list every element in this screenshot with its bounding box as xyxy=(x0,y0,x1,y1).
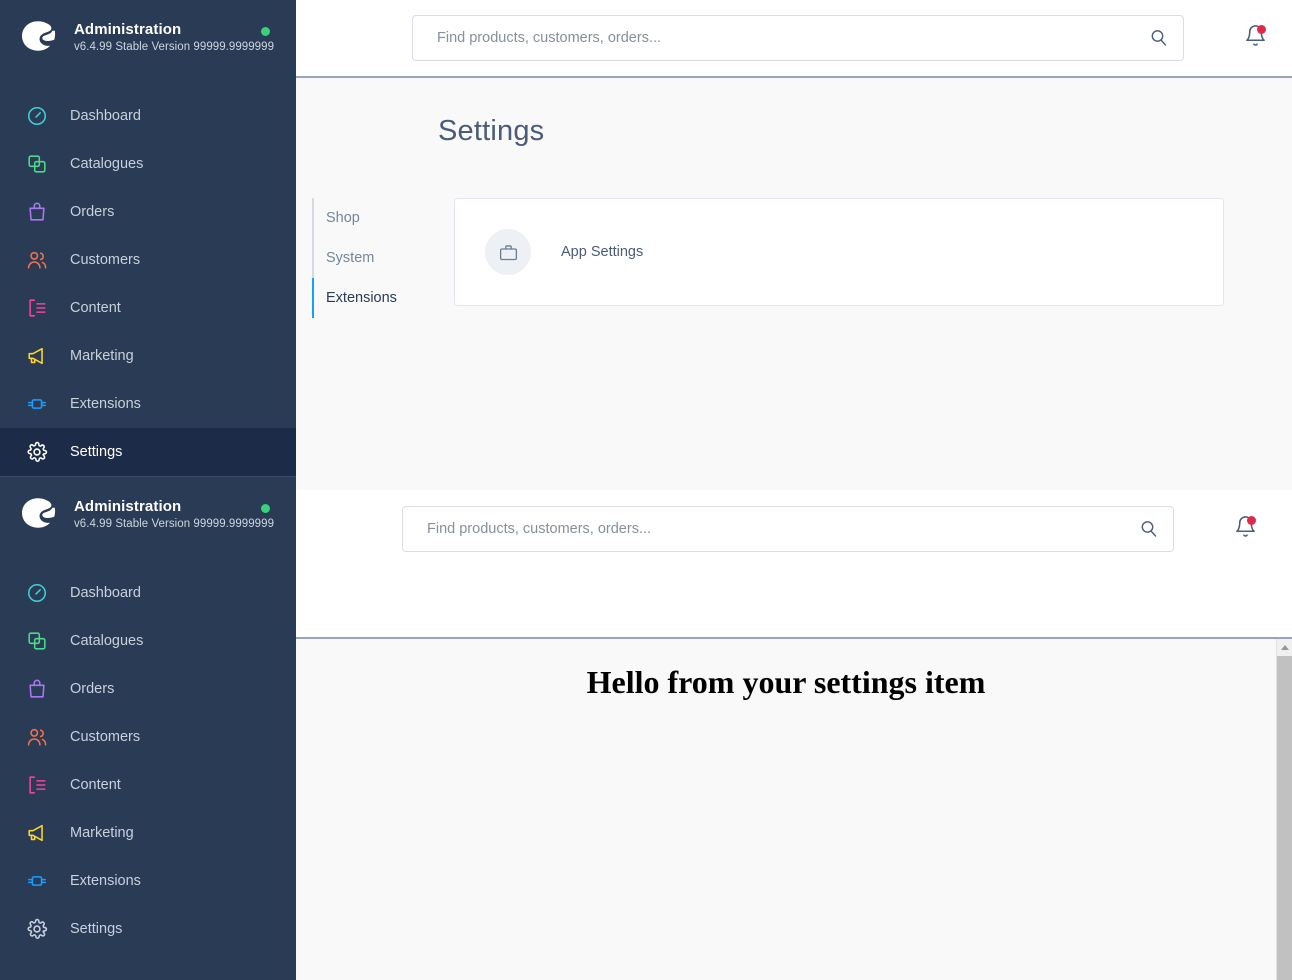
global-topbar: Find products, customers, orders... xyxy=(296,0,1292,76)
settings-gear-icon xyxy=(24,916,50,942)
sidebar-item-label: Settings xyxy=(70,920,123,937)
sidebar-header-secondary[interactable]: Administration v6.4.99 Stable Version 99… xyxy=(0,477,296,557)
tab-system[interactable]: System xyxy=(314,238,438,278)
sidebar-item-dashboard[interactable]: Dashboard xyxy=(0,92,296,140)
sidebar-header[interactable]: Administration v6.4.99 Stable Version 99… xyxy=(0,0,296,80)
sidebar-item-label: Dashboard xyxy=(70,584,141,601)
embedded-search-placeholder: Find products, customers, orders... xyxy=(427,521,652,537)
global-search[interactable]: Find products, customers, orders... xyxy=(412,15,1184,61)
sidebar-app-title-secondary: Administration xyxy=(74,498,182,515)
tab-extensions-label: Extensions xyxy=(326,290,397,306)
notifications-button[interactable] xyxy=(1240,23,1270,53)
embedded-notification-badge xyxy=(1247,516,1256,525)
orders-icon xyxy=(24,199,50,225)
sidebar-version-label-secondary: v6.4.99 Stable Version 99999.9999999 xyxy=(74,518,275,530)
marketing-icon xyxy=(24,343,50,369)
chevron-up-icon[interactable] xyxy=(1277,639,1292,656)
sidebar-item-label: Dashboard xyxy=(70,107,141,124)
embedded-notifications-button[interactable] xyxy=(1230,514,1260,544)
sidebar-item-settings[interactable]: Settings xyxy=(0,905,296,953)
sidebar-item-label: Settings xyxy=(70,443,123,460)
sidebar-item-label: Marketing xyxy=(70,347,134,364)
embedded-frame-scrollbar[interactable] xyxy=(1276,639,1292,980)
sidebar-item-orders[interactable]: Orders xyxy=(0,188,296,236)
sidebar-item-extensions[interactable]: Extensions xyxy=(0,380,296,428)
sidebar-item-marketing[interactable]: Marketing xyxy=(0,332,296,380)
sidebar-item-catalogues[interactable]: Catalogues xyxy=(0,617,296,665)
tab-shop[interactable]: Shop xyxy=(314,198,438,238)
sidebar-block-primary: Administration v6.4.99 Stable Version 99… xyxy=(0,0,296,476)
sidebar-title-group: Administration v6.4.99 Stable Version 99… xyxy=(74,18,274,53)
sidebar-item-orders[interactable]: Orders xyxy=(0,665,296,713)
app-root: Administration v6.4.99 Stable Version 99… xyxy=(0,0,1292,980)
shopware-logo-icon xyxy=(16,491,60,535)
content-icon xyxy=(24,295,50,321)
extensions-icon xyxy=(24,868,50,894)
settings-gear-icon xyxy=(24,439,50,465)
catalogues-icon xyxy=(24,628,50,654)
search-icon[interactable] xyxy=(1150,29,1168,47)
embedded-topbar: Find products, customers, orders... xyxy=(296,490,1292,568)
online-status-dot xyxy=(261,27,270,36)
settings-tab-list: Shop System Extensions xyxy=(312,198,438,318)
customers-icon xyxy=(24,724,50,750)
sidebar-item-label: Content xyxy=(70,299,121,316)
tab-extensions[interactable]: Extensions xyxy=(312,278,438,318)
sidebar-item-customers[interactable]: Customers xyxy=(0,713,296,761)
embedded-search-input[interactable]: Find products, customers, orders... xyxy=(402,506,1174,552)
orders-icon xyxy=(24,676,50,702)
briefcase-icon xyxy=(485,229,531,275)
sidebar-item-label: Content xyxy=(70,776,121,793)
sidebar-item-label: Extensions xyxy=(70,395,141,412)
sidebar-item-label: Customers xyxy=(70,251,141,268)
content-icon xyxy=(24,772,50,798)
embedded-blank-region xyxy=(296,568,1292,637)
embedded-frame: Hello from your settings item xyxy=(296,639,1292,980)
sidebar-item-label: Extensions xyxy=(70,872,141,889)
sidebar-nav-secondary: Dashboard Catalogues Orders Customers Conten… xyxy=(0,557,296,953)
sidebar-item-label: Marketing xyxy=(70,824,134,841)
sidebar-item-customers[interactable]: Customers xyxy=(0,236,296,284)
settings-body: Settings Shop System Extensions App Sett… xyxy=(296,78,1292,490)
catalogues-icon xyxy=(24,151,50,177)
notification-badge xyxy=(1257,25,1266,34)
sidebar-item-content[interactable]: Content xyxy=(0,761,296,809)
embedded-frame-heading: Hello from your settings item xyxy=(586,664,986,700)
main-sidebar: Administration v6.4.99 Stable Version 99… xyxy=(0,0,296,980)
sidebar-item-settings[interactable]: Settings xyxy=(0,428,296,476)
sidebar-item-label: Catalogues xyxy=(70,155,144,172)
sidebar-item-label: Customers xyxy=(70,728,141,745)
tab-system-label: System xyxy=(326,250,375,266)
sidebar-item-label: Orders xyxy=(70,680,115,697)
settings-card-app-settings[interactable]: App Settings xyxy=(454,198,1224,306)
marketing-icon xyxy=(24,820,50,846)
customers-icon xyxy=(24,247,50,273)
sidebar-item-label: Catalogues xyxy=(70,632,144,649)
sidebar-version-label: v6.4.99 Stable Version 99999.9999999 xyxy=(74,41,275,53)
search-input[interactable]: Find products, customers, orders... xyxy=(412,15,1184,61)
settings-card-label: App Settings xyxy=(561,244,644,260)
sidebar-item-marketing[interactable]: Marketing xyxy=(0,809,296,857)
sidebar-item-content[interactable]: Content xyxy=(0,284,296,332)
sidebar-item-extensions[interactable]: Extensions xyxy=(0,857,296,905)
tab-shop-label: Shop xyxy=(326,210,360,226)
sidebar-app-title: Administration xyxy=(74,21,182,38)
search-placeholder: Find products, customers, orders... xyxy=(437,30,662,46)
content-pane: Find products, customers, orders... Sett… xyxy=(296,0,1292,980)
sidebar-item-catalogues[interactable]: Catalogues xyxy=(0,140,296,188)
sidebar-item-dashboard[interactable]: Dashboard xyxy=(0,569,296,617)
sidebar-item-label: Orders xyxy=(70,203,115,220)
sidebar-title-group-secondary: Administration v6.4.99 Stable Version 99… xyxy=(74,495,274,530)
online-status-dot-secondary xyxy=(261,504,270,513)
dashboard-icon xyxy=(24,580,50,606)
dashboard-icon xyxy=(24,103,50,129)
embedded-global-search[interactable]: Find products, customers, orders... xyxy=(402,506,1174,552)
page-title: Settings xyxy=(438,115,545,147)
shopware-logo-icon xyxy=(16,14,60,58)
extensions-icon xyxy=(24,391,50,417)
sidebar-block-secondary: Administration v6.4.99 Stable Version 99… xyxy=(0,477,296,953)
sidebar-nav-primary: Dashboard Catalogues Orders Customers Conten… xyxy=(0,80,296,476)
scrollbar-thumb[interactable] xyxy=(1277,656,1292,980)
search-icon[interactable] xyxy=(1140,520,1158,538)
